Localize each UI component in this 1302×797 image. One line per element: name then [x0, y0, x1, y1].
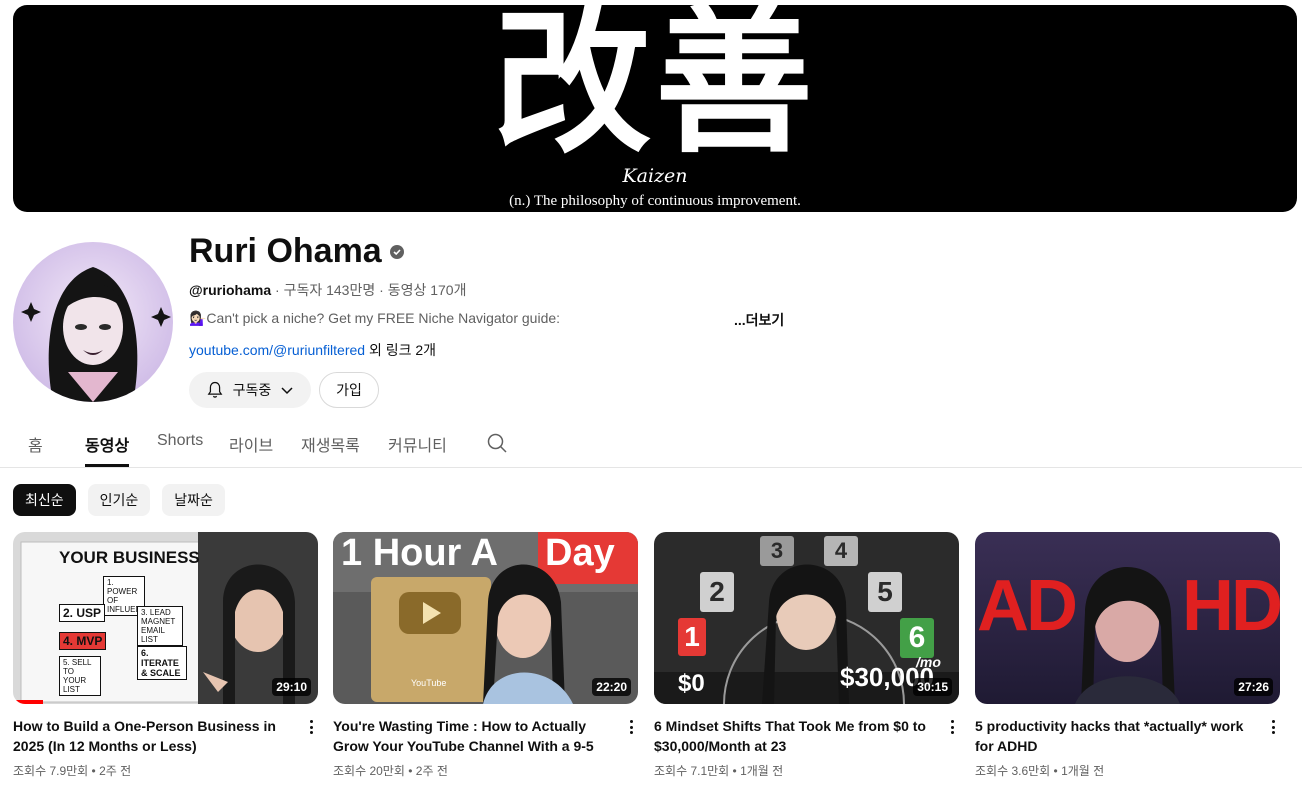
upload-age: 2주 전: [415, 764, 448, 778]
channel-name: Ruri Ohama: [189, 232, 404, 271]
meta-dot: ·: [379, 282, 388, 298]
channel-links: youtube.com/@ruriunfiltered 외 링크 2개: [189, 340, 436, 360]
video-thumbnail[interactable]: YOUR BUSINESS 1. POWER OF INFLUENCE 2. U…: [13, 532, 318, 704]
thumb-text: 1: [678, 618, 706, 656]
description-more-link[interactable]: ...더보기: [734, 310, 784, 330]
thumb-text: 2. USP: [59, 604, 106, 622]
video-card[interactable]: YOUR BUSINESS 1. POWER OF INFLUENCE 2. U…: [13, 532, 318, 778]
thumb-text: HD: [1182, 566, 1280, 646]
chip-oldest[interactable]: 날짜순: [162, 484, 225, 516]
more-options-icon[interactable]: [304, 718, 318, 736]
thumb-text: 3: [760, 536, 794, 566]
thumb-text: AD: [977, 566, 1078, 646]
thumb-text: YOUR BUSINESS: [59, 548, 200, 567]
thumb-text: 4: [824, 536, 858, 566]
video-duration: 29:10: [272, 678, 311, 696]
video-thumbnail[interactable]: 1 2 3 4 5 6 $0 $30,000 /mo 30:15: [654, 532, 959, 704]
meta-dot: •: [1050, 764, 1062, 778]
subscribed-label: 구독중: [232, 382, 272, 398]
thumb-text: 3. LEAD MAGNET EMAIL LIST: [137, 606, 183, 646]
video-title[interactable]: How to Build a One-Person Business in 20…: [13, 716, 298, 756]
subscriber-count: 구독자 143만명: [283, 282, 376, 298]
tab-community[interactable]: 커뮤니티: [388, 432, 447, 467]
channel-tabs: 홈 동영상 Shorts 라이브 재생목록 커뮤니티: [0, 420, 1302, 468]
meta-dot: ·: [275, 282, 284, 298]
channel-link[interactable]: youtube.com/@ruriunfiltered: [189, 342, 365, 358]
meta-dot: •: [729, 764, 741, 778]
chip-popular[interactable]: 인기순: [87, 484, 151, 516]
channel-search-icon[interactable]: [486, 432, 508, 454]
bell-icon: [207, 381, 223, 398]
upload-age: 1개월 전: [740, 764, 784, 778]
watch-progress-bar: [13, 700, 43, 704]
sort-chips: 최신순 인기순 날짜순: [13, 484, 225, 516]
more-links[interactable]: 외 링크 2개: [365, 342, 436, 358]
tab-playlists[interactable]: 재생목록: [301, 432, 360, 467]
thumb-text: $0: [678, 670, 705, 697]
video-card[interactable]: 1 2 3 4 5 6 $0 $30,000 /mo 30:15 6 Minds…: [654, 532, 959, 778]
more-options-icon[interactable]: [1266, 718, 1280, 736]
banner-word: Kaizen: [622, 165, 688, 187]
banner-kanji: 改善: [493, 5, 817, 175]
video-count: 동영상 170개: [387, 282, 467, 298]
video-meta: 조회수 7.1만회 • 1개월 전: [654, 762, 783, 779]
video-card[interactable]: AD HD 27:26 5 productivity hacks that *a…: [975, 532, 1280, 778]
view-count: 조회수 3.6만회: [975, 764, 1051, 778]
thumb-text: 5. SELL TO YOUR LIST: [59, 656, 101, 696]
video-meta: 조회수 20만회 • 2주 전: [333, 762, 448, 779]
thumb-text: YouTube: [411, 678, 447, 688]
video-duration: 22:20: [592, 678, 631, 696]
video-title[interactable]: 6 Mindset Shifts That Took Me from $0 to…: [654, 716, 939, 756]
video-title[interactable]: You're Wasting Time : How to Actually Gr…: [333, 716, 618, 756]
view-count: 조회수 20만회: [333, 764, 405, 778]
thumb-text: Day: [545, 532, 615, 574]
channel-description[interactable]: 💁🏻‍♀️Can't pick a niche? Get my FREE Nic…: [189, 310, 809, 327]
join-button[interactable]: 가입: [319, 372, 379, 408]
more-options-icon[interactable]: [624, 718, 638, 736]
upload-age: 2주 전: [99, 764, 132, 778]
tab-home[interactable]: 홈: [28, 432, 43, 467]
video-meta: 조회수 7.9만회 • 2주 전: [13, 762, 131, 779]
video-duration: 30:15: [913, 678, 952, 696]
thumb-text: 2: [700, 572, 734, 612]
thumb-text: 5: [868, 572, 902, 612]
video-thumbnail[interactable]: AD HD 27:26: [975, 532, 1280, 704]
banner-tagline: (n.) The philosophy of continuous improv…: [509, 193, 801, 209]
channel-meta: @ruriohama · 구독자 143만명 · 동영상 170개: [189, 280, 466, 300]
channel-avatar[interactable]: [13, 242, 173, 402]
video-duration: 27:26: [1234, 678, 1273, 696]
video-meta: 조회수 3.6만회 • 1개월 전: [975, 762, 1104, 779]
verified-badge-icon: [389, 244, 404, 259]
view-count: 조회수 7.9만회: [13, 764, 89, 778]
thumb-text: 4. MVP: [59, 632, 107, 650]
thumb-text: 6. ITERATE & SCALE: [137, 646, 187, 680]
view-count: 조회수 7.1만회: [654, 764, 730, 778]
video-card[interactable]: 1 Hour A Day YouTube 22:20 You're Wastin…: [333, 532, 638, 778]
tab-videos[interactable]: 동영상: [85, 432, 130, 467]
subscribed-button[interactable]: 구독중: [189, 372, 311, 408]
channel-handle[interactable]: @ruriohama: [189, 282, 271, 298]
thumb-text: 1 Hour A: [341, 532, 498, 574]
upload-age: 1개월 전: [1061, 764, 1105, 778]
thumb-text: 6: [900, 618, 934, 658]
more-options-icon[interactable]: [945, 718, 959, 736]
meta-dot: •: [404, 764, 416, 778]
tab-live[interactable]: 라이브: [229, 432, 273, 467]
meta-dot: •: [88, 764, 100, 778]
video-thumbnail[interactable]: 1 Hour A Day YouTube 22:20: [333, 532, 638, 704]
avatar-illustration: [13, 242, 173, 402]
chip-latest[interactable]: 최신순: [13, 484, 76, 516]
channel-banner: 改善 Kaizen (n.) The philosophy of continu…: [13, 5, 1297, 212]
channel-name-text: Ruri Ohama: [189, 232, 382, 270]
thumb-text: /mo: [916, 654, 941, 670]
video-title[interactable]: 5 productivity hacks that *actually* wor…: [975, 716, 1260, 756]
chevron-down-icon: [281, 387, 293, 395]
tab-shorts[interactable]: Shorts: [157, 432, 203, 467]
